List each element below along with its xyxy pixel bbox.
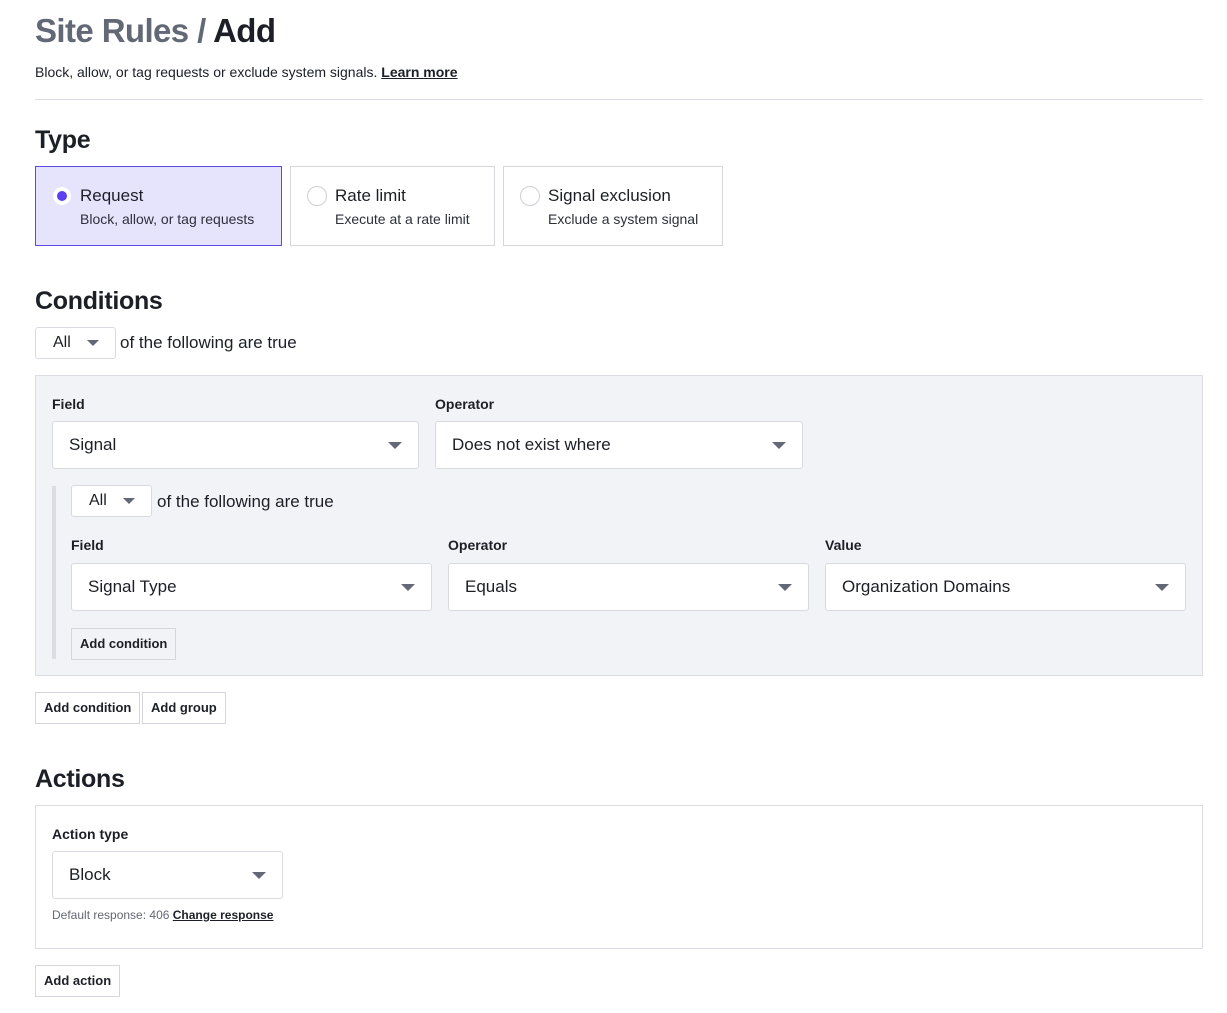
chevron-down-icon	[252, 872, 266, 879]
chevron-down-icon	[123, 498, 135, 504]
breadcrumb-current: Add	[213, 12, 276, 49]
select-value: All	[53, 334, 71, 351]
action-type-label: Action type	[52, 826, 129, 842]
radio-selected-icon[interactable]	[52, 186, 72, 206]
chevron-down-icon	[401, 584, 415, 591]
page-subtitle: Block, allow, or tag requests or exclude…	[35, 64, 458, 80]
nested-match-text: of the following are true	[157, 492, 334, 511]
chevron-down-icon	[778, 584, 792, 591]
type-option-description: Exclude a system signal	[548, 211, 699, 227]
nested-operator-select[interactable]: Equals	[448, 563, 809, 611]
radio-unselected-icon[interactable]	[307, 186, 327, 206]
nested-field-select[interactable]: Signal Type	[71, 563, 432, 611]
field-select[interactable]: Signal	[52, 421, 419, 469]
default-response-text: Default response: 406	[52, 908, 170, 922]
nested-value-label: Value	[825, 537, 862, 553]
operator-label: Operator	[435, 396, 495, 412]
nested-field-label: Field	[71, 537, 104, 553]
subtitle-text: Block, allow, or tag requests or exclude…	[35, 64, 378, 80]
nested-value-select[interactable]: Organization Domains	[825, 563, 1186, 611]
type-option-label: Rate limit	[335, 186, 406, 205]
nested-group-indicator	[52, 486, 56, 659]
type-heading: Type	[35, 126, 91, 154]
type-option-rate-limit[interactable]: Rate limit Execute at a rate limit	[290, 166, 495, 246]
select-value: All	[89, 492, 107, 509]
conditions-heading: Conditions	[35, 287, 163, 315]
action-type-select[interactable]: Block	[52, 851, 283, 899]
breadcrumb-separator: /	[197, 12, 206, 49]
page-title: Site Rules / Add	[35, 12, 276, 50]
select-value: Signal	[69, 435, 117, 454]
type-option-description: Block, allow, or tag requests	[80, 211, 255, 227]
type-option-description: Execute at a rate limit	[335, 211, 470, 227]
radio-unselected-icon[interactable]	[520, 186, 540, 206]
type-option-label: Signal exclusion	[548, 186, 671, 205]
chevron-down-icon	[87, 340, 99, 346]
select-value: Equals	[465, 577, 517, 596]
chevron-down-icon	[1155, 584, 1169, 591]
actions-heading: Actions	[35, 765, 125, 793]
field-label: Field	[52, 396, 85, 412]
select-value: Organization Domains	[842, 577, 1011, 596]
select-value: Block	[69, 865, 111, 884]
add-condition-button[interactable]: Add condition	[35, 692, 141, 724]
select-value: Signal Type	[88, 577, 177, 596]
select-value: Does not exist where	[452, 435, 611, 454]
chevron-down-icon	[772, 442, 786, 449]
conditions-match-text: of the following are true	[120, 333, 297, 352]
header-divider	[35, 99, 1203, 100]
default-response-helper: Default response: 406 Change response	[52, 908, 273, 922]
breadcrumb-site-rules[interactable]: Site Rules	[35, 12, 189, 49]
type-option-label: Request	[80, 186, 144, 205]
conditions-match-select[interactable]: All	[35, 327, 116, 359]
nested-operator-label: Operator	[448, 537, 508, 553]
nested-match-select[interactable]: All	[71, 485, 152, 517]
nested-add-condition-button[interactable]: Add condition	[71, 628, 177, 660]
type-option-request[interactable]: Request Block, allow, or tag requests	[35, 166, 282, 246]
type-option-signal-exclusion[interactable]: Signal exclusion Exclude a system signal	[503, 166, 723, 246]
add-action-button[interactable]: Add action	[35, 965, 121, 997]
condition-group: Field Signal Operator Does not exist whe…	[35, 375, 1203, 676]
learn-more-link[interactable]: Learn more	[381, 64, 457, 80]
action-card: Action type Block Default response: 406 …	[35, 805, 1203, 949]
operator-select[interactable]: Does not exist where	[435, 421, 803, 469]
add-group-button[interactable]: Add group	[142, 692, 226, 724]
change-response-link[interactable]: Change response	[173, 908, 274, 922]
chevron-down-icon	[388, 442, 402, 449]
